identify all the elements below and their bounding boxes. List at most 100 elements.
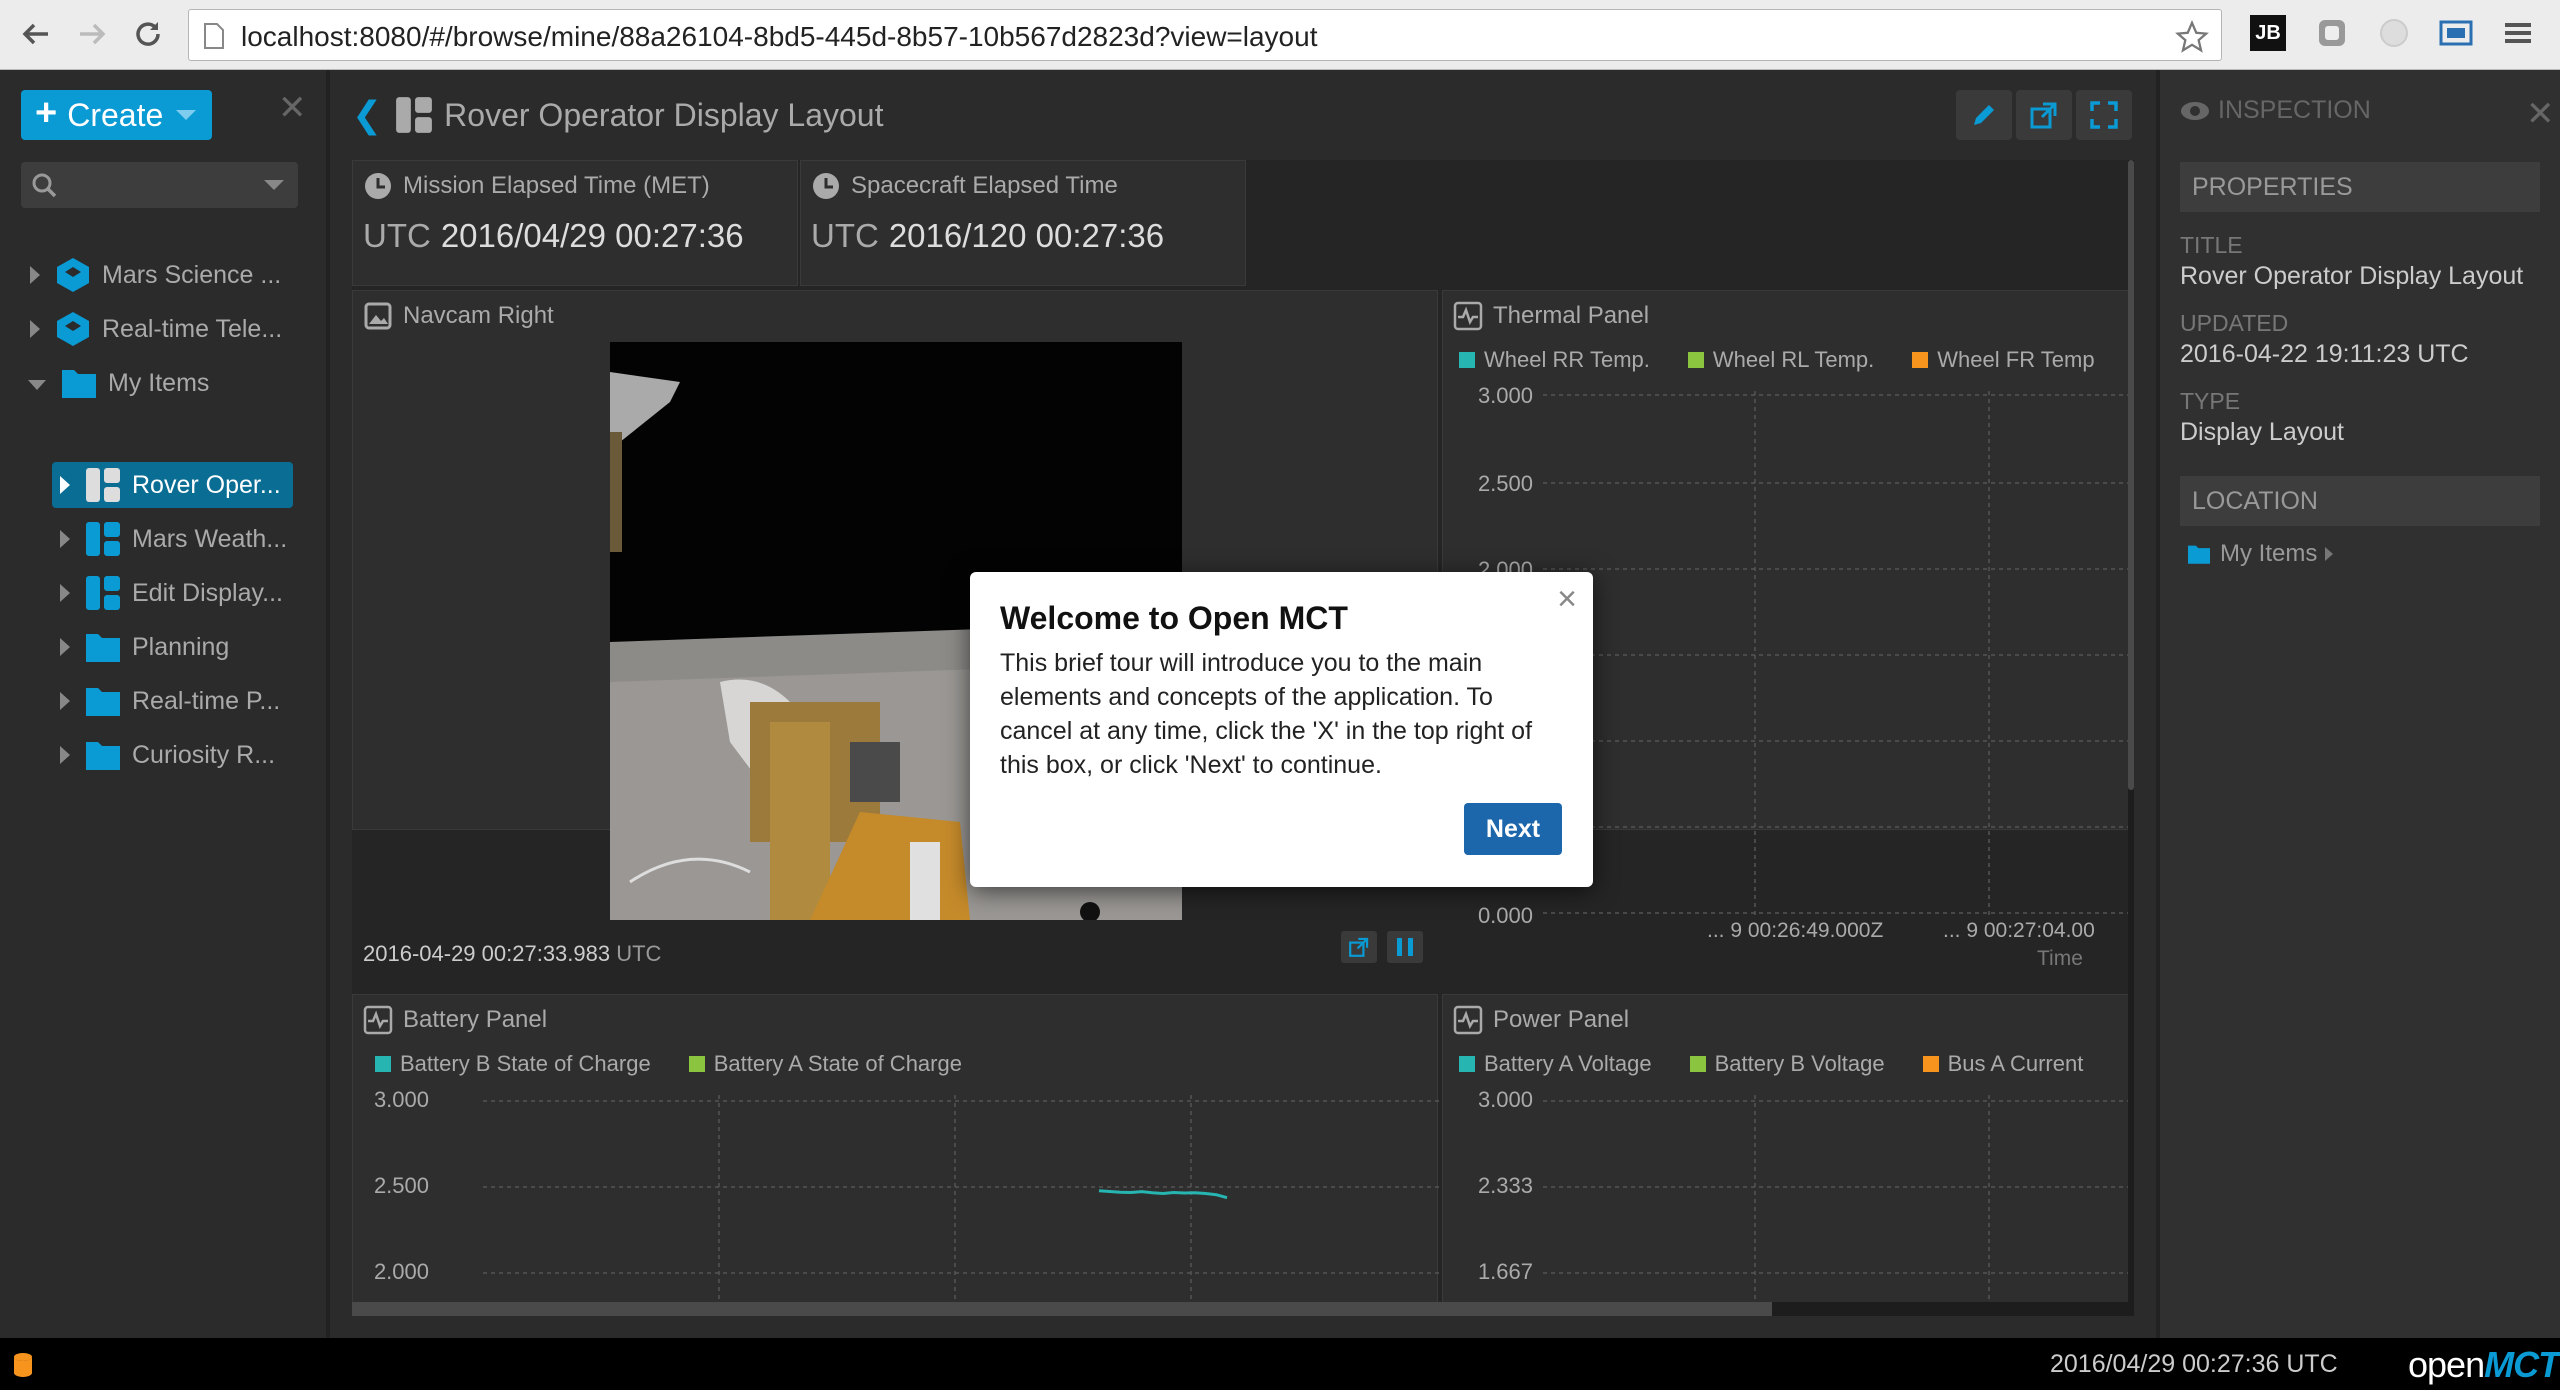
properties-section-header[interactable]: PROPERTIES [2180, 162, 2540, 212]
clock-icon [813, 173, 839, 199]
tree-item-label: Mars Weath... [132, 524, 288, 553]
plot-icon [363, 1005, 393, 1035]
legend-swatch [1459, 352, 1475, 368]
clock-time: 2016/120 00:27:36 [888, 217, 1165, 254]
clock-frame-met[interactable]: Mission Elapsed Time (MET) UTC 2016/04/29… [352, 160, 798, 286]
layout-horizontal-scrollbar[interactable] [352, 1302, 2134, 1316]
legend-swatch [375, 1056, 391, 1072]
thermal-title: Thermal Panel [1493, 302, 1650, 329]
cast-icon[interactable] [2438, 15, 2474, 51]
legend-item[interactable]: Bus A Current [1922, 1051, 2083, 1077]
legend-label: Battery A Voltage [1484, 1051, 1652, 1076]
clock-title: Mission Elapsed Time (MET) [403, 172, 710, 199]
dialog-close-icon[interactable]: × [1557, 580, 1577, 619]
navcam-time-unit: UTC [616, 941, 662, 966]
clock-frame-scet[interactable]: Spacecraft Elapsed Time UTC 2016/120 00:2… [800, 160, 1246, 286]
tree-item-label: Curiosity R... [132, 740, 276, 769]
url-text: localhost:8080/#/browse/mine/88a26104-8b… [241, 21, 1318, 52]
legend-item[interactable]: Battery B State of Charge [375, 1051, 651, 1077]
collapse-pane-close-icon[interactable]: ✕ [278, 88, 307, 128]
extension-shield-icon[interactable] [2314, 15, 2350, 51]
scrollbar-thumb[interactable] [2128, 160, 2134, 790]
search-icon [32, 173, 57, 198]
type-label: TYPE [2180, 388, 2241, 414]
battery-plot-area [483, 1095, 1439, 1316]
battery-title: Battery Panel [403, 1006, 548, 1033]
page-title: Rover Operator Display Layout [444, 96, 884, 133]
pause-icon [1397, 938, 1413, 956]
location-section-header[interactable]: LOCATION [2180, 476, 2540, 526]
tree-item-real-time-telemetry[interactable]: Real-time Tele... [30, 306, 282, 352]
tree-item-mars-science[interactable]: Mars Science ... [30, 252, 281, 298]
clock-value: UTC 2016/04/29 00:27:36 [363, 217, 744, 255]
y-tick-label: 2.000 [373, 1259, 429, 1284]
extension-circle-icon[interactable] [2376, 15, 2412, 51]
inspector-close-icon[interactable]: ✕ [2526, 94, 2555, 134]
expand-arrow-icon[interactable] [30, 320, 40, 338]
expand-arrow-icon[interactable] [30, 266, 40, 284]
tree-item-real-time-p[interactable]: Real-time P... [60, 678, 280, 724]
browser-menu-icon[interactable] [2500, 15, 2536, 51]
legend-label: Battery A State of Charge [713, 1051, 962, 1076]
navcam-time: 2016-04-29 00:27:33.983 [363, 941, 611, 966]
y-tick-label: 2.333 [1477, 1173, 1533, 1198]
tree-item-label: Rover Oper... [132, 470, 281, 499]
layout-vertical-scrollbar[interactable] [2128, 160, 2134, 1316]
clock-prefix: UTC [811, 217, 879, 254]
reload-button[interactable] [128, 14, 168, 54]
legend-item[interactable]: Battery A State of Charge [688, 1051, 962, 1077]
legend-item[interactable]: Wheel RR Temp. [1459, 347, 1650, 373]
layout-icon [84, 466, 122, 504]
search-options-caret-icon[interactable] [264, 180, 284, 190]
new-window-button[interactable] [2016, 90, 2072, 140]
expand-arrow-icon[interactable] [60, 584, 70, 602]
expand-arrow-icon[interactable] [60, 638, 70, 656]
legend-item[interactable]: Wheel RL Temp. [1687, 347, 1874, 373]
dialog-title: Welcome to Open MCT [1000, 600, 1348, 636]
expand-arrow-icon[interactable] [60, 746, 70, 764]
x-axis-label: Time [2037, 947, 2083, 970]
tree-item-label: Mars Science ... [102, 260, 282, 289]
tree-item-edit-display[interactable]: Edit Display... [60, 570, 283, 616]
legend-item[interactable]: Battery A Voltage [1459, 1051, 1652, 1077]
inspector-pane: INSPECTION ✕ PROPERTIES TITLE Rover Oper… [2160, 70, 2560, 1338]
y-tick-label: 3.000 [373, 1087, 429, 1112]
frame-title: Mission Elapsed Time (MET) [363, 171, 710, 201]
legend-swatch [1459, 1056, 1475, 1072]
navcam-pause-button[interactable] [1387, 931, 1423, 963]
battery-frame[interactable]: Battery Panel Battery B State of Charge … [352, 994, 1439, 1316]
legend-label: Battery B Voltage [1714, 1051, 1885, 1076]
search-input[interactable] [21, 162, 298, 208]
location-link[interactable]: My Items [2186, 540, 2334, 568]
browser-toolbar: localhost:8080/#/browse/mine/88a26104-8b… [0, 0, 2560, 70]
pencil-icon [1974, 105, 1994, 125]
back-chevron-icon[interactable]: ❮ [352, 94, 382, 136]
address-bar[interactable]: localhost:8080/#/browse/mine/88a26104-8b… [188, 9, 2222, 61]
legend-item[interactable]: Wheel FR Temp [1912, 347, 2095, 373]
tree-item-mars-weather[interactable]: Mars Weath... [60, 516, 287, 562]
tree-item-planning[interactable]: Planning [60, 624, 229, 670]
tree-item-my-items[interactable]: My Items [28, 360, 209, 406]
collapse-arrow-icon[interactable] [28, 380, 46, 390]
reload-icon [136, 22, 160, 46]
image-icon [364, 302, 392, 330]
back-button[interactable] [16, 14, 56, 54]
edit-button[interactable] [1956, 90, 2012, 140]
scrollbar-thumb[interactable] [352, 1302, 1772, 1316]
status-bar: 2016/04/29 00:27:36 UTC openMCT [0, 1338, 2560, 1390]
jetbrains-extension-icon[interactable]: JB [2250, 15, 2286, 51]
power-title: Power Panel [1493, 1006, 1630, 1033]
expand-arrow-icon[interactable] [60, 476, 70, 494]
forward-button[interactable] [72, 14, 112, 54]
expand-arrow-icon[interactable] [60, 530, 70, 548]
tree-item-rover-operator[interactable]: Rover Oper... [52, 462, 293, 508]
create-button[interactable]: + Create [21, 90, 212, 140]
expand-arrow-icon[interactable] [60, 692, 70, 710]
power-frame[interactable]: Power Panel Battery A Voltage Battery B … [1442, 994, 2131, 1316]
navcam-new-window-button[interactable] [1341, 931, 1377, 963]
fullscreen-button[interactable] [2076, 90, 2132, 140]
legend-label: Battery B State of Charge [400, 1051, 651, 1076]
tree-item-curiosity[interactable]: Curiosity R... [60, 732, 275, 778]
legend-item[interactable]: Battery B Voltage [1689, 1051, 1885, 1077]
next-button[interactable]: Next [1464, 803, 1562, 855]
